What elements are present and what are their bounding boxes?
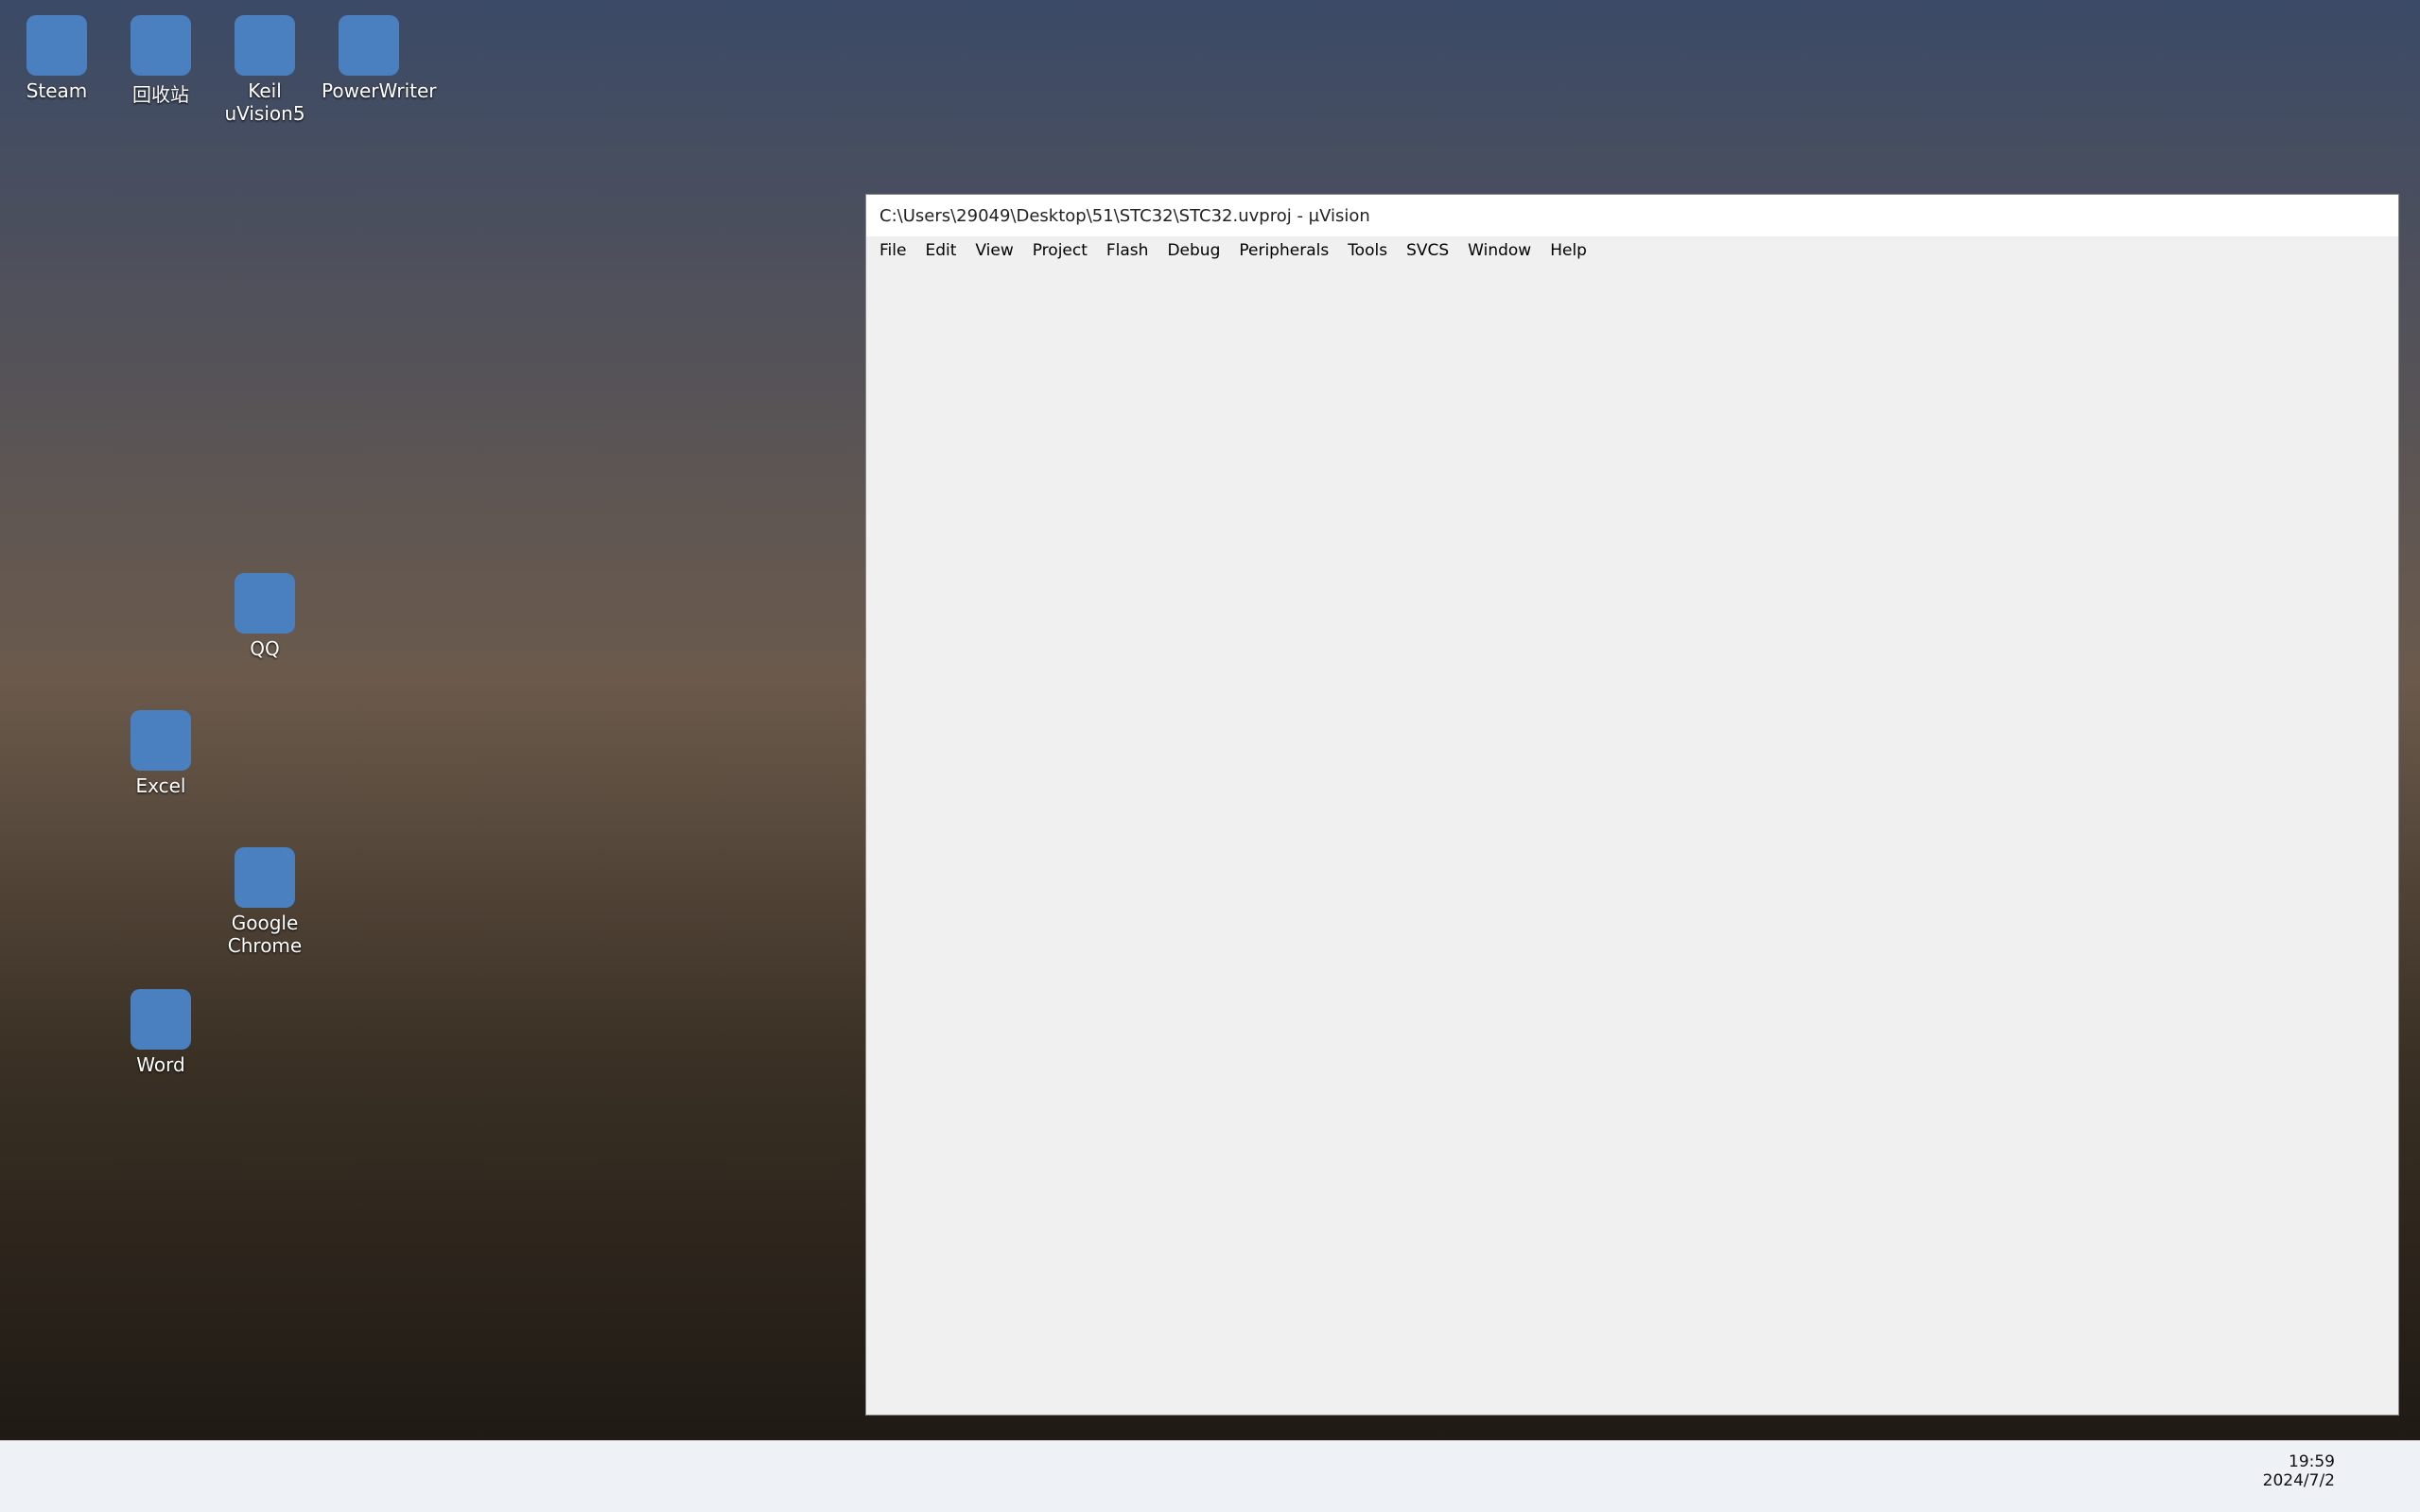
clock-date: 2024/7/2 [2262, 1471, 2335, 1490]
window-title: C:\Users\29049\Desktop\51\STC32\STC32.uv… [866, 195, 2398, 236]
uvision-window: C:\Users\29049\Desktop\51\STC32\STC32.uv… [865, 194, 2399, 1416]
menu-flash[interactable]: Flash [1106, 241, 1149, 260]
desktop-icon[interactable]: Steam [9, 9, 104, 102]
menu-svcs[interactable]: SVCS [1406, 241, 1449, 260]
desktop-icon-label: Word [136, 1053, 185, 1076]
desktop-icon[interactable]: QQ [218, 567, 312, 660]
app-icon [131, 989, 191, 1050]
menu-edit[interactable]: Edit [925, 241, 956, 260]
desktop-icon-label: Steam [26, 79, 88, 102]
desktop-icon-label: 回收站 [132, 83, 189, 106]
desktop-icon-label: Keil uVision5 [224, 79, 305, 125]
desktop-icon[interactable]: Excel [113, 704, 208, 797]
app-icon [235, 573, 295, 634]
menu-project[interactable]: Project [1033, 241, 1088, 260]
menu-file[interactable]: File [879, 241, 906, 260]
clock-time: 19:59 [2289, 1452, 2335, 1471]
desktop-icon[interactable]: Google Chrome [218, 842, 312, 957]
taskbar-clock[interactable]: 19:59 2024/7/2 [2263, 1452, 2335, 1490]
menu-view[interactable]: View [975, 241, 1013, 260]
menu-tools[interactable]: Tools [1348, 241, 1387, 260]
desktop-icon[interactable]: Keil uVision5 [218, 9, 312, 125]
taskbar: 19:59 2024/7/2 [0, 1440, 2420, 1512]
desktop-icon[interactable]: Word [113, 983, 208, 1076]
desktop-icon-label: QQ [250, 637, 280, 660]
desktop-icon-label: Excel [135, 774, 186, 797]
menu-debug[interactable]: Debug [1167, 241, 1220, 260]
app-icon [235, 15, 295, 76]
menu-help[interactable]: Help [1550, 241, 1587, 260]
desktop-icon[interactable]: 回收站 [113, 9, 208, 107]
desktop-icons: Steam 回收站 Keil uVision5 PowerWriter Word… [0, 0, 832, 1418]
app-icon [131, 710, 191, 771]
app-icon [339, 15, 399, 76]
desktop-icon[interactable]: PowerWriter [322, 9, 437, 102]
menu-window[interactable]: Window [1468, 241, 1531, 260]
menu-bar: File Edit View Project Flash Debug Perip… [866, 236, 2398, 265]
app-icon [26, 15, 87, 76]
app-icon [131, 15, 191, 76]
app-icon [235, 847, 295, 908]
desktop-icon-label: Google Chrome [227, 912, 303, 957]
desktop-icon-label: PowerWriter [322, 79, 437, 102]
menu-peripherals[interactable]: Peripherals [1239, 241, 1329, 260]
